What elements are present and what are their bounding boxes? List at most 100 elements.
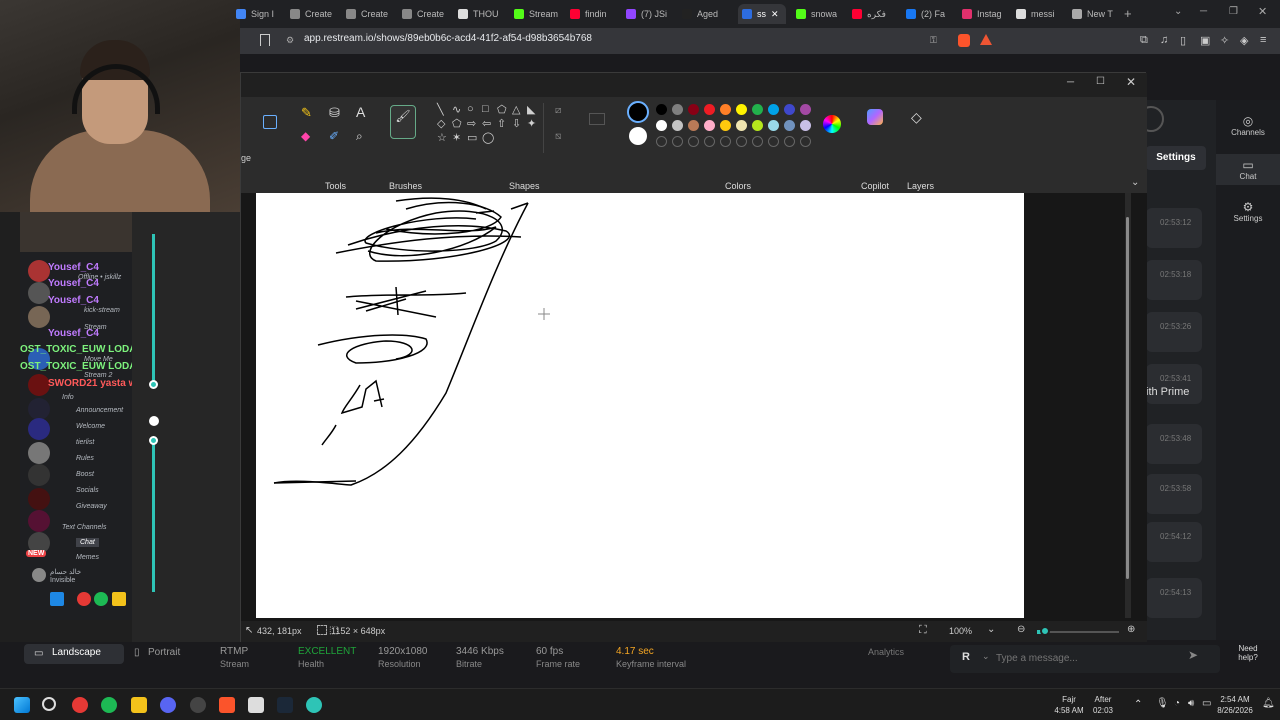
empty-color-slot[interactable] — [752, 136, 763, 147]
record-icon[interactable] — [77, 592, 91, 606]
color-swatch[interactable] — [704, 104, 715, 115]
browser-tab[interactable]: THOU — [458, 4, 508, 24]
empty-color-slot[interactable] — [800, 136, 811, 147]
clock-time[interactable]: 2:54 AM — [1212, 695, 1258, 704]
chevron-down-icon[interactable]: ⌄ — [982, 651, 990, 662]
server-icon[interactable] — [28, 374, 50, 396]
paint-icon[interactable] — [306, 697, 322, 713]
wallet-icon[interactable]: ▣ — [1200, 34, 1210, 47]
send-icon[interactable]: ➤ — [1188, 648, 1198, 662]
color-swatch[interactable] — [672, 104, 683, 115]
color-swatch[interactable] — [688, 120, 699, 131]
volume-slider-handle[interactable] — [149, 436, 158, 445]
spotify-icon[interactable] — [101, 697, 117, 713]
empty-color-slot[interactable] — [736, 136, 747, 147]
zoom-slider-thumb[interactable] — [1040, 626, 1050, 636]
channel-item-active[interactable]: Chat — [76, 538, 99, 547]
channel-item[interactable]: Welcome — [76, 423, 105, 430]
browser-tab[interactable]: Create — [402, 4, 452, 24]
zoom-in-icon[interactable]: ⊕ — [1127, 624, 1135, 635]
clock-date[interactable]: 8/26/2026 — [1212, 706, 1258, 715]
six-point-star-shape-icon[interactable]: ✶ — [452, 131, 461, 144]
browser-tab[interactable]: findin — [570, 4, 620, 24]
vertical-scrollbar[interactable] — [1125, 193, 1131, 618]
color-swatch[interactable] — [720, 104, 731, 115]
color-picker-icon[interactable]: ✐ — [329, 129, 339, 143]
bookmark-icon[interactable] — [260, 34, 270, 46]
notification-icon[interactable]: 🔔︎ — [1262, 698, 1275, 709]
sidebar-icon[interactable]: ▯ — [1180, 34, 1186, 47]
diamond-shape-icon[interactable]: ◇ — [437, 117, 445, 130]
brushes-button[interactable]: 🖌︎ — [390, 105, 416, 139]
chevron-up-icon[interactable]: ⌃ — [1134, 699, 1142, 710]
browser-tab[interactable]: snowa — [796, 4, 846, 24]
zoom-level[interactable]: 100% — [949, 626, 972, 636]
color-swatch[interactable] — [704, 120, 715, 131]
color-swatch[interactable] — [672, 120, 683, 131]
channel-item[interactable]: Memes — [76, 554, 99, 561]
polygon-shape-icon[interactable]: ⬠ — [497, 103, 507, 116]
server-icon[interactable] — [28, 418, 50, 440]
empty-color-slot[interactable] — [656, 136, 667, 147]
color-swatch[interactable] — [720, 120, 731, 131]
color-swatch[interactable] — [656, 104, 667, 115]
fill-style-icon[interactable]: ⧅ — [555, 131, 561, 142]
empty-color-slot[interactable] — [784, 136, 795, 147]
color-swatch[interactable] — [800, 120, 811, 131]
server-icon[interactable] — [28, 260, 50, 282]
notepad-icon[interactable] — [248, 697, 264, 713]
right-triangle-shape-icon[interactable]: ◣ — [527, 103, 535, 116]
avatar[interactable]: R — [962, 651, 970, 663]
color-swatch[interactable] — [800, 104, 811, 115]
channel-item[interactable]: Announcement — [76, 407, 123, 414]
server-icon[interactable] — [28, 510, 50, 532]
nav-settings[interactable]: ⚙ Settings — [1216, 200, 1280, 223]
empty-color-slot[interactable] — [688, 136, 699, 147]
browser-tab[interactable]: Instag — [962, 4, 1012, 24]
zoom-dropdown-icon[interactable]: ⌄ — [987, 624, 995, 635]
collapse-ribbon-icon[interactable]: ⌄ — [1131, 177, 1139, 188]
color-swatch[interactable] — [784, 120, 795, 131]
pentagon-shape-icon[interactable]: ⬠ — [452, 117, 462, 130]
settings-button[interactable]: Settings — [1146, 146, 1206, 170]
four-point-star-shape-icon[interactable]: ✦ — [527, 117, 536, 130]
arrow-left-shape-icon[interactable]: ⇦ — [482, 117, 491, 130]
color-2-swatch[interactable] — [629, 127, 647, 145]
size-icon[interactable] — [589, 113, 605, 125]
maximize-icon[interactable]: ❐ — [1229, 6, 1238, 17]
file-explorer-icon[interactable] — [131, 697, 147, 713]
curve-shape-icon[interactable]: ∿ — [452, 103, 461, 116]
drawing-canvas[interactable] — [256, 193, 1024, 618]
scrollbar-thumb[interactable] — [1126, 217, 1129, 579]
close-tab-icon[interactable]: ✕ — [771, 9, 779, 20]
color-swatch[interactable] — [752, 104, 763, 115]
rectangle-shape-icon[interactable]: □ — [482, 103, 489, 115]
color-1-swatch[interactable] — [627, 101, 649, 123]
server-icon[interactable] — [28, 282, 50, 304]
channel-item[interactable]: Socials — [76, 487, 99, 494]
browser-tab[interactable]: ss ✕ — [738, 4, 786, 24]
channel-item[interactable]: Boost — [76, 471, 94, 478]
menu-icon[interactable]: ≡ — [1260, 34, 1266, 46]
eraser-icon[interactable]: ◆ — [301, 129, 310, 143]
volume-icon[interactable]: 🔊︎ — [1188, 698, 1194, 709]
browser-tab[interactable]: Create — [346, 4, 396, 24]
folder-icon[interactable] — [112, 592, 126, 606]
browser-tab[interactable]: Aged — [682, 4, 732, 24]
callout-oval-shape-icon[interactable]: ◯ — [482, 131, 494, 144]
nav-channels[interactable]: ◎ Channels — [1216, 114, 1280, 137]
mute-icon[interactable] — [149, 416, 159, 426]
color-swatch[interactable] — [752, 120, 763, 131]
color-swatch[interactable] — [768, 120, 779, 131]
color-swatch[interactable] — [736, 104, 747, 115]
channel-item[interactable]: tierlist — [76, 439, 94, 446]
brave-icon[interactable] — [219, 697, 235, 713]
color-swatch[interactable] — [784, 104, 795, 115]
browser-tab[interactable]: Stream — [514, 4, 564, 24]
message-input[interactable] — [996, 651, 1176, 665]
close-window-icon[interactable]: ✕ — [1258, 5, 1267, 18]
arrow-down-shape-icon[interactable]: ⇩ — [512, 117, 521, 130]
magnifier-icon[interactable]: ⌕ — [356, 129, 363, 144]
ai-icon[interactable]: ✧ — [1220, 34, 1229, 47]
zoom-out-icon[interactable]: ⊖ — [1017, 624, 1025, 635]
